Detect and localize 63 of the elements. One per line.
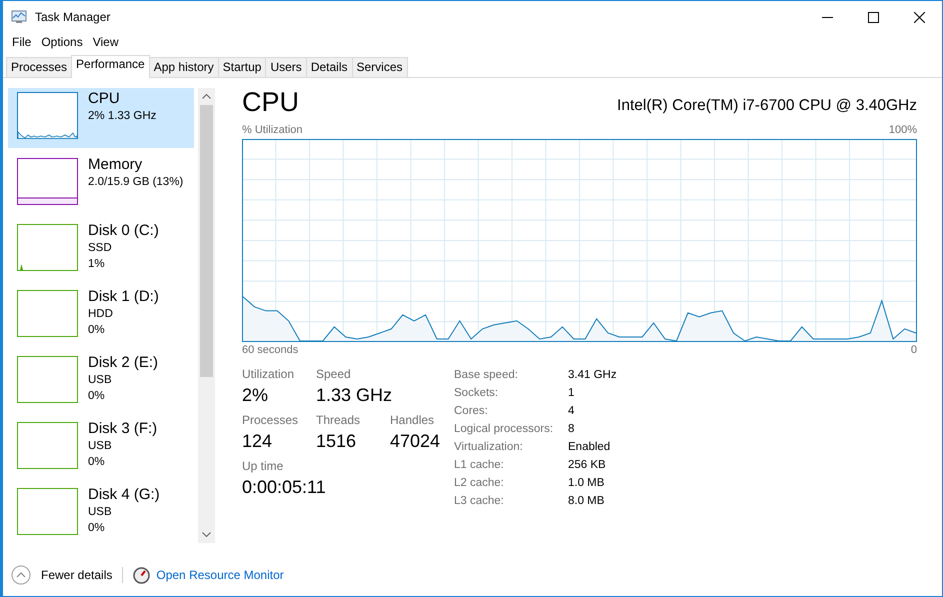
tab[interactable]: Users	[265, 57, 307, 77]
graph-label: 100%	[888, 123, 917, 138]
sidebar-item[interactable]: Disk 4 (G:) USB 0%	[8, 484, 194, 550]
spec-value: 1	[568, 386, 576, 401]
tab[interactable]: Performance	[71, 55, 150, 78]
app-icon	[11, 10, 27, 24]
stat-label: Speed	[316, 366, 352, 382]
stat-label: Utilization	[242, 366, 296, 382]
stat-label: Handles	[390, 412, 436, 428]
sidebar-item[interactable]: Disk 3 (F:) USB 0%	[8, 418, 194, 484]
page-title: CPU	[242, 86, 300, 118]
tab[interactable]: App history	[148, 57, 219, 77]
spec-value: 256 KB	[568, 458, 607, 473]
open-resource-monitor-link[interactable]: Open Resource Monitor	[156, 566, 284, 584]
sidebar-item[interactable]: Memory 2.0/15.9 GB (13%)	[8, 154, 194, 220]
menu-item[interactable]: File	[7, 33, 36, 53]
stat-value: 2%	[242, 384, 270, 407]
spec-value: 4	[568, 404, 576, 419]
sidebar-item[interactable]: Disk 2 (E:) USB 0%	[8, 352, 194, 418]
spec-label: L1 cache:	[454, 458, 505, 473]
stat-value: 47024	[390, 430, 442, 453]
sidebar-item[interactable]: Disk 0 (C:) SSD 1%	[8, 220, 194, 286]
tab[interactable]: Details	[306, 57, 352, 77]
menu-item[interactable]: Options	[36, 33, 88, 53]
scrollbar-thumb[interactable]	[200, 105, 213, 377]
spec-label: Logical processors:	[454, 422, 554, 437]
spec-label: L3 cache:	[454, 494, 505, 509]
spec-value: 8.0 MB	[568, 494, 606, 509]
spec-value: 3.41 GHz	[568, 368, 617, 383]
gauge-icon	[133, 566, 150, 584]
spec-label: Sockets:	[454, 386, 500, 401]
menu-item[interactable]: View	[88, 33, 124, 53]
chevron-down-icon	[202, 532, 211, 537]
close-icon	[914, 12, 924, 22]
tab[interactable]: Processes	[6, 57, 72, 77]
graph-label: % Utilization	[242, 123, 303, 138]
chevron-up-circle-icon[interactable]	[11, 565, 31, 585]
stat-label: Up time	[242, 458, 284, 474]
graph-label: 0	[910, 342, 917, 358]
stat-value: 124	[242, 430, 274, 453]
window-title: Task Manager	[35, 9, 110, 26]
stat-value: 1516	[316, 430, 358, 453]
spec-value: 1.0 MB	[568, 476, 606, 491]
stat-label: Processes	[242, 412, 300, 428]
sidebar-item[interactable]: CPU 2% 1.33 GHz	[8, 88, 194, 148]
stat-value: 0:00:05:11	[242, 476, 326, 499]
stat-label: Threads	[316, 412, 362, 428]
spec-value: Enabled	[568, 440, 612, 455]
spec-label: L2 cache:	[454, 476, 505, 491]
spec-label: Virtualization:	[454, 440, 524, 455]
graph-label: 60 seconds	[242, 342, 298, 358]
fewer-details-link[interactable]: Fewer details	[41, 566, 112, 584]
chevron-up-icon	[202, 94, 211, 99]
spec-value: 8	[568, 422, 576, 437]
stat-value: 1.33 GHz	[316, 384, 392, 407]
tab[interactable]: Startup	[218, 57, 266, 77]
processor-name: Intel(R) Core(TM) i7-6700 CPU @ 3.40GHz	[617, 96, 917, 116]
spec-label: Cores:	[454, 404, 489, 419]
spec-label: Base speed:	[454, 368, 519, 383]
minimize-icon	[822, 16, 832, 18]
tab[interactable]: Services	[352, 57, 408, 77]
maximize-icon	[868, 12, 878, 22]
sidebar-item[interactable]: Disk 1 (D:) HDD 0%	[8, 286, 194, 352]
